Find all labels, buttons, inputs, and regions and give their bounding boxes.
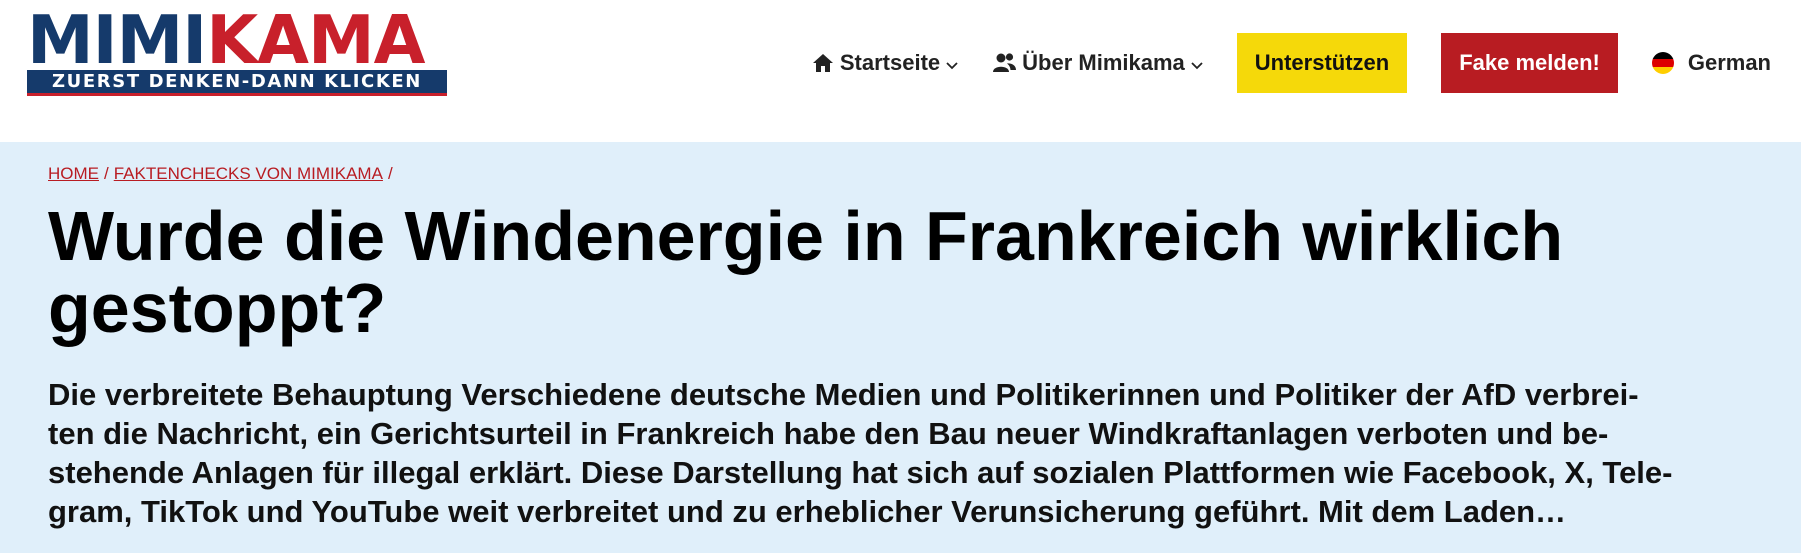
chevron-down-icon xyxy=(946,50,958,76)
german-flag-icon xyxy=(1651,52,1674,74)
breadcrumb: HOME / FAKTENCHECKS VON MIMIKAMA / xyxy=(48,164,398,184)
nav-item-label: Startseite xyxy=(839,50,941,75)
breadcrumb-category-link[interactable]: FAKTENCHECKS VON MIMIKAMA xyxy=(114,164,383,183)
nav-item-ueber-mimikama[interactable]: Über Mimikama xyxy=(992,50,1203,76)
chevron-down-icon xyxy=(1191,50,1203,76)
logo-text-mimi: MIMI xyxy=(27,1,207,79)
report-fake-button[interactable]: Fake melden! xyxy=(1441,33,1618,93)
language-switcher[interactable]: German xyxy=(1651,50,1771,76)
article-title: Wurde die Windenergie in Frankreich wirk… xyxy=(48,197,1564,347)
breadcrumb-separator: / xyxy=(387,164,393,183)
logo-wordmark: MIMIKAMA xyxy=(27,7,426,74)
excerpt-line: Die verbreitete Behauptung Verschiedene … xyxy=(48,377,1639,412)
article-excerpt: Die verbreitete Behauptung Verschiedene … xyxy=(48,375,1788,531)
site-header: MIMIKAMA ZUERST DENKEN-DANN KLICKEN Star… xyxy=(0,0,1801,142)
language-label: German xyxy=(1687,50,1771,75)
excerpt-line: ten die Nachricht, ein Gerichtsurteil in… xyxy=(48,416,1609,451)
home-icon xyxy=(810,51,836,75)
article-hero: HOME / FAKTENCHECKS VON MIMIKAMA / Wurde di… xyxy=(0,142,1801,553)
breadcrumb-separator: / xyxy=(104,164,109,183)
excerpt-line: gram, TikTok und YouTube weit verbreitet… xyxy=(48,494,1567,529)
users-icon xyxy=(992,51,1018,75)
nav-item-label: Über Mimikama xyxy=(1022,50,1185,75)
support-button[interactable]: Unterstützen xyxy=(1236,33,1408,93)
logo-tagline-band: ZUERST DENKEN-DANN KLICKEN xyxy=(27,70,447,96)
main-navigation: Startseite Über Mimikama Unterstützen Fa… xyxy=(810,33,1771,93)
site-logo[interactable]: MIMIKAMA ZUERST DENKEN-DANN KLICKEN xyxy=(27,7,447,96)
breadcrumb-home-link[interactable]: HOME xyxy=(48,164,99,183)
logo-tagline: ZUERST DENKEN-DANN KLICKEN xyxy=(52,71,422,92)
excerpt-line: stehende Anlagen für illegal erklärt. Di… xyxy=(48,455,1673,490)
nav-item-startseite[interactable]: Startseite xyxy=(810,50,958,76)
logo-text-kama: KAMA xyxy=(206,1,425,79)
